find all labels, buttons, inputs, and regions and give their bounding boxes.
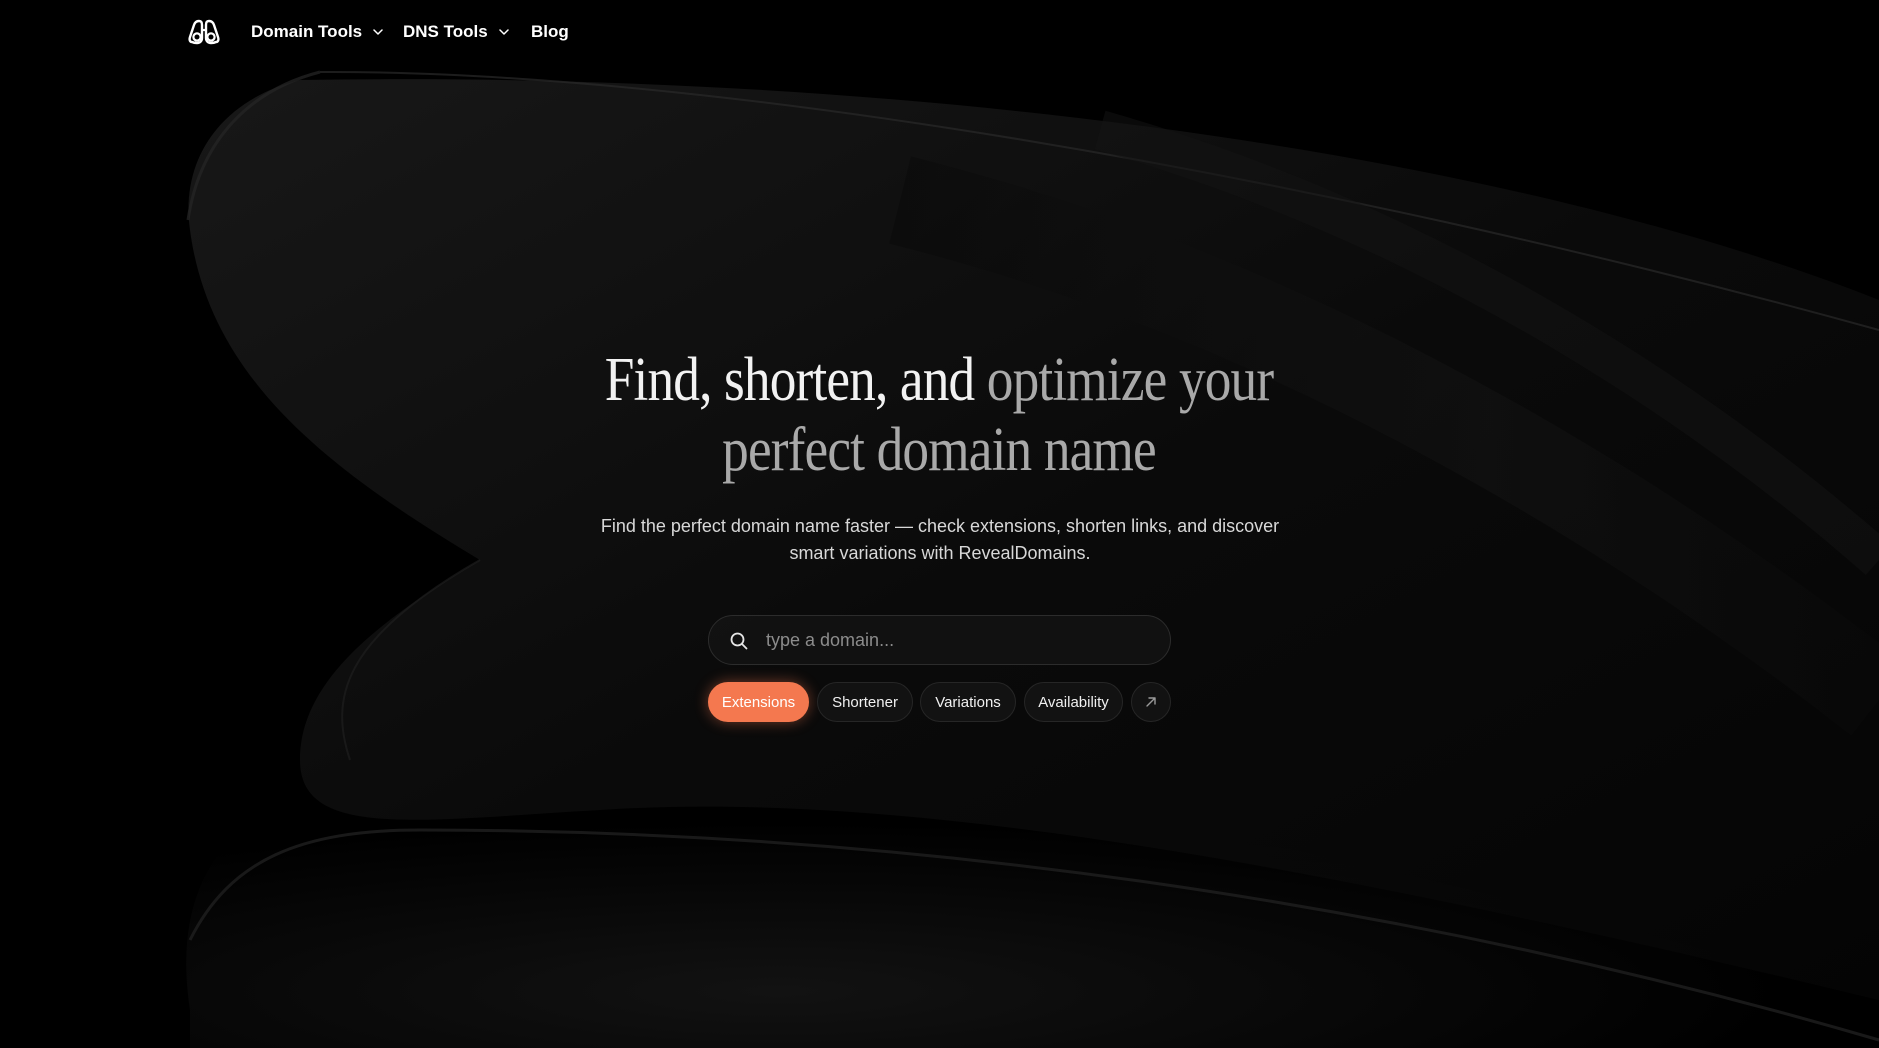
binoculars-icon[interactable] <box>188 18 220 46</box>
nav-blog-label: Blog <box>531 22 569 41</box>
search-box <box>708 615 1171 665</box>
more-tools-button[interactable] <box>1131 682 1171 722</box>
domain-search-input[interactable] <box>764 616 1154 664</box>
nav-dns-tools[interactable]: DNS Tools <box>403 20 510 44</box>
chip-availability[interactable]: Availability <box>1024 682 1123 722</box>
hero-title-strong: Find, shorten, and <box>604 346 987 414</box>
chip-extensions[interactable]: Extensions <box>708 682 809 722</box>
page: Domain Tools DNS Tools Blog Find, shorte… <box>0 0 1879 1048</box>
chip-shortener-label: Shortener <box>832 693 898 711</box>
arrow-up-right-icon <box>1146 697 1156 707</box>
nav-domain-tools[interactable]: Domain Tools <box>251 20 384 44</box>
hero-title-line2: perfect domain name <box>722 416 1157 484</box>
search-icon <box>730 632 748 650</box>
top-navbar: Domain Tools DNS Tools Blog <box>0 0 1879 64</box>
hero-subtitle: Find the perfect domain name faster — ch… <box>600 516 1280 563</box>
chip-shortener[interactable]: Shortener <box>817 682 913 722</box>
nav-domain-tools-label: Domain Tools <box>251 22 363 41</box>
nav-dns-tools-label: DNS Tools <box>403 22 488 41</box>
nav-blog[interactable]: Blog <box>531 20 569 44</box>
chevron-down-icon <box>498 29 509 35</box>
hero-title-soft: optimize your <box>986 346 1274 414</box>
chevron-down-icon <box>373 29 383 35</box>
chip-availability-label: Availability <box>1038 693 1109 711</box>
hero-title: Find, shorten, and optimize your perfect… <box>595 345 1283 485</box>
chip-variations-label: Variations <box>935 693 1001 711</box>
chip-extensions-label: Extensions <box>721 693 796 711</box>
chip-variations[interactable]: Variations <box>920 682 1016 722</box>
